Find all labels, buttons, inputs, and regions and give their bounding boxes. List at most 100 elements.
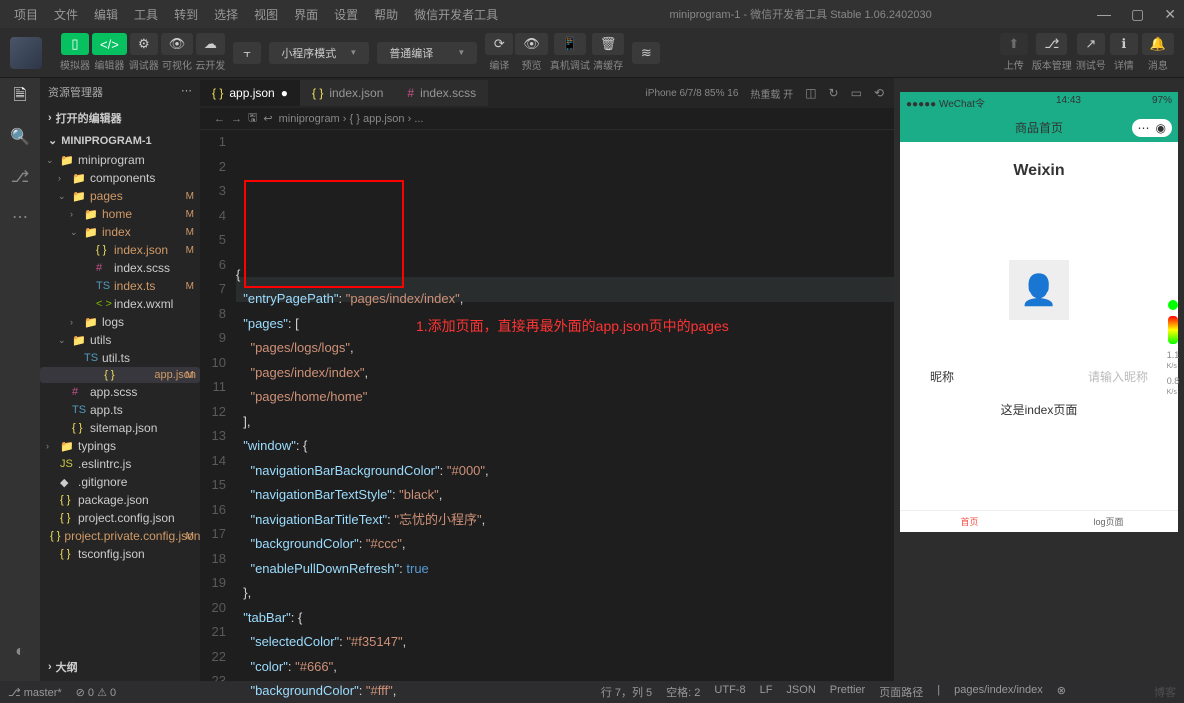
more-icon[interactable]: ⋯ <box>9 206 31 228</box>
scss-icon: # <box>72 386 86 398</box>
more-icon[interactable]: ⋯ <box>181 84 192 100</box>
menu-视图[interactable]: 视图 <box>248 4 284 25</box>
menu-帮助[interactable]: 帮助 <box>368 4 404 25</box>
tree-components[interactable]: ›📁components <box>40 169 200 187</box>
right-版本管理[interactable]: ⎇ <box>1036 33 1067 55</box>
rotate-icon[interactable]: ⟲ <box>874 86 884 100</box>
tree-.gitignore[interactable]: ◆.gitignore <box>40 473 200 491</box>
account-icon[interactable]: ◐ <box>9 641 31 663</box>
tree-.eslintrc.js[interactable]: JS.eslintrc.js <box>40 455 200 473</box>
tree-home[interactable]: ›📁homeM <box>40 205 200 223</box>
mode-select[interactable]: 小程序模式▼ <box>269 42 369 64</box>
file-icon: ◆ <box>60 476 74 489</box>
phone-icon[interactable]: ▭ <box>851 86 862 100</box>
chevron-icon[interactable]: ↩ <box>263 112 272 125</box>
editor-tabs: { }app.json●{ }index.json#index.scss iPh… <box>200 78 894 108</box>
action-预览[interactable]: 👁 <box>515 33 548 55</box>
action-清缓存[interactable]: 🗑 <box>592 33 625 55</box>
tree-project.config.json[interactable]: { }project.config.json <box>40 509 200 527</box>
divider-icon[interactable]: ⫟ <box>233 42 261 64</box>
compile-select[interactable]: 普通编译▼ <box>377 42 477 64</box>
tree-index.scss[interactable]: #index.scss <box>40 259 200 277</box>
explorer-icon[interactable]: 🗎 <box>9 86 31 108</box>
save-icon[interactable]: 🖫 <box>248 109 257 128</box>
phone-simulator[interactable]: ●●●●● WeChat令14:4397% 商品首页 ⋯◉ Weixin 👤 昵… <box>900 92 1178 532</box>
tree-project.private.config.json[interactable]: { }project.private.config.jsonM <box>40 527 200 545</box>
menu-工具[interactable]: 工具 <box>128 4 164 25</box>
folder-icon: 📁 <box>72 190 86 203</box>
toolbar-模拟器[interactable]: ▯ <box>61 33 89 55</box>
maximize-icon[interactable]: ▢ <box>1131 6 1144 23</box>
tab-home[interactable]: 首页 <box>900 511 1039 532</box>
breadcrumb[interactable]: ← → 🖫 ↩ miniprogram › { } app.json › ... <box>200 108 894 130</box>
action-编译[interactable]: ⟳ <box>485 33 513 55</box>
tab-log[interactable]: log页面 <box>1039 511 1178 532</box>
tree-utils[interactable]: ⌄📁utils <box>40 331 200 349</box>
back-icon[interactable]: ← <box>214 113 225 125</box>
menu-转到[interactable]: 转到 <box>168 4 204 25</box>
refresh-icon[interactable]: ↻ <box>829 86 839 100</box>
tree-pages[interactable]: ⌄📁pagesM <box>40 187 200 205</box>
forward-icon[interactable]: → <box>231 113 242 125</box>
action-真机调试[interactable]: 📱 <box>554 33 586 55</box>
tree-app.scss[interactable]: #app.scss <box>40 383 200 401</box>
tab-index.scss[interactable]: #index.scss <box>395 80 488 106</box>
tree-index.json[interactable]: { }index.jsonM <box>40 241 200 259</box>
menu-微信开发者工具[interactable]: 微信开发者工具 <box>408 4 504 25</box>
right-上传[interactable]: ⬆ <box>1000 33 1028 55</box>
tree-index.ts[interactable]: TSindex.tsM <box>40 277 200 295</box>
branch-indicator[interactable]: ⎇ master* <box>8 686 62 699</box>
tab-index.json[interactable]: { }index.json <box>300 80 395 106</box>
right-消息[interactable]: 🔔 <box>1142 33 1174 55</box>
tree-sitemap.json[interactable]: { }sitemap.json <box>40 419 200 437</box>
toolbar-云开发[interactable]: ☁ <box>196 33 225 55</box>
tree-app.ts[interactable]: TSapp.ts <box>40 401 200 419</box>
toolbar-可视化[interactable]: 👁 <box>161 33 194 55</box>
close-icon[interactable]: ⊗ <box>1057 684 1066 700</box>
ts-icon: TS <box>72 404 86 416</box>
tree-util.ts[interactable]: TSutil.ts <box>40 349 200 367</box>
menu-文件[interactable]: 文件 <box>48 4 84 25</box>
tree-logs[interactable]: ›📁logs <box>40 313 200 331</box>
outline-section[interactable]: ›大纲 <box>40 655 200 679</box>
tree-typings[interactable]: ›📁typings <box>40 437 200 455</box>
toolbar-编辑器[interactable]: </> <box>92 33 127 55</box>
tree-index[interactable]: ⌄📁indexM <box>40 223 200 241</box>
problems-indicator[interactable]: ⊘ 0 ⚠ 0 <box>76 686 116 699</box>
right-测试号[interactable]: ↗ <box>1077 33 1105 55</box>
code-editor[interactable]: 1234567891011121314151617181920212223 1.… <box>200 130 894 703</box>
device-info[interactable]: iPhone 6/7/8 85% 16 <box>646 88 739 99</box>
nickname-input[interactable]: 请输入昵称 <box>1088 368 1148 385</box>
tree-index.wxml[interactable]: < >index.wxml <box>40 295 200 313</box>
menu-icon[interactable]: ⋯ <box>1138 121 1150 135</box>
folder-icon: 📁 <box>60 154 74 167</box>
menu-设置[interactable]: 设置 <box>328 4 364 25</box>
right-详情[interactable]: ℹ <box>1110 33 1138 55</box>
json-icon: { } <box>60 512 74 524</box>
hot-reload[interactable]: 热重载 开 <box>750 86 793 101</box>
tree-tsconfig.json[interactable]: { }tsconfig.json <box>40 545 200 563</box>
menu-界面[interactable]: 界面 <box>288 4 324 25</box>
titlebar: 项目文件编辑工具转到选择视图界面设置帮助微信开发者工具 miniprogram-… <box>0 0 1184 28</box>
tree-package.json[interactable]: { }package.json <box>40 491 200 509</box>
folder-icon: 📁 <box>84 208 98 221</box>
close-tab-icon[interactable]: ● <box>281 86 288 100</box>
split-icon[interactable]: ◫ <box>805 86 816 100</box>
menu-项目[interactable]: 项目 <box>8 4 44 25</box>
route-path[interactable]: pages/index/index <box>954 684 1043 700</box>
toolbar-调试器[interactable]: ⚙ <box>130 33 158 55</box>
project-section[interactable]: ⌄MINIPROGRAM-1 <box>40 130 200 151</box>
minimize-icon[interactable]: — <box>1097 6 1111 23</box>
tree-app.json[interactable]: { }app.jsonM <box>40 367 200 383</box>
avatar-placeholder[interactable]: 👤 <box>1009 260 1069 320</box>
tab-app.json[interactable]: { }app.json● <box>200 80 300 106</box>
search-icon[interactable]: 🔍 <box>9 126 31 148</box>
tree-miniprogram[interactable]: ⌄📁miniprogram <box>40 151 200 169</box>
open-editors-section[interactable]: ›打开的编辑器 <box>40 106 200 130</box>
close-icon[interactable]: ✕ <box>1164 6 1176 23</box>
layers-icon[interactable]: ≋ <box>632 42 660 64</box>
target-icon[interactable]: ◉ <box>1156 121 1166 135</box>
menu-选择[interactable]: 选择 <box>208 4 244 25</box>
menu-编辑[interactable]: 编辑 <box>88 4 124 25</box>
branch-icon[interactable]: ⎇ <box>9 166 31 188</box>
